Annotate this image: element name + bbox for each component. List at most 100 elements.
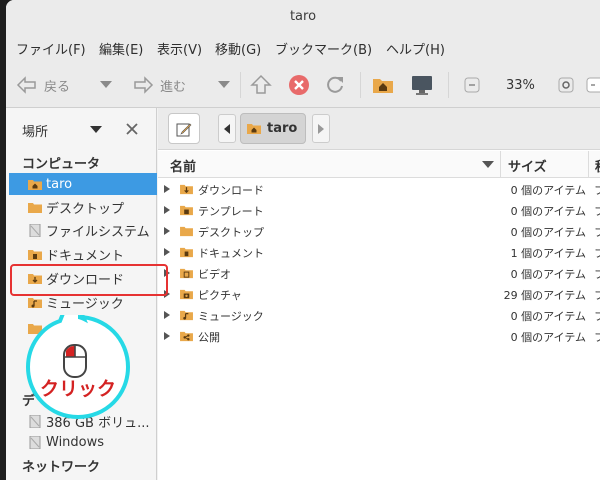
forward-label: 進む	[160, 79, 187, 95]
back-button[interactable]: 戻る	[16, 70, 70, 100]
file-row[interactable]: ピクチャ 29 個のアイテムフ	[158, 284, 600, 305]
expand-triangle-icon[interactable]	[164, 248, 170, 256]
file-row[interactable]: 公開 0 個のアイテムフ	[158, 326, 600, 347]
file-row[interactable]: ドキュメント 1 個のアイテムフ	[158, 242, 600, 263]
file-name: ビデオ	[198, 268, 231, 281]
file-view: taro 名前 サイズ 種 ダウンロード0 個のアイテムフテンプレート0 個のア…	[158, 108, 600, 480]
view-mode-button[interactable]	[586, 70, 600, 100]
expand-triangle-icon[interactable]	[164, 332, 170, 340]
column-divider	[588, 151, 589, 177]
menu-file[interactable]: ファイル(F)	[16, 39, 86, 58]
click-label: クリック	[40, 378, 116, 400]
chevron-down-icon	[100, 81, 112, 88]
folder-icon	[180, 226, 193, 237]
file-type: フ	[594, 247, 600, 260]
toolbar: 戻る 進む 33%	[6, 62, 600, 108]
menu-bookmarks[interactable]: ブックマーク(B)	[275, 39, 372, 58]
file-row[interactable]: ダウンロード 0 個のアイテムフ	[158, 179, 600, 200]
path-bar: taro	[158, 108, 600, 150]
menu-edit[interactable]: 編集(E)	[99, 39, 143, 58]
drive-icon	[29, 223, 41, 237]
music-folder-icon	[28, 297, 42, 308]
stop-button[interactable]	[288, 70, 310, 100]
forward-arrow-icon	[134, 76, 154, 94]
chevron-down-icon	[218, 81, 230, 88]
reload-icon	[327, 76, 343, 93]
downloads-folder-icon	[180, 184, 193, 195]
sidebar-dropdown-chevron-icon[interactable]	[90, 126, 102, 134]
sidebar-item-taro[interactable]: taro	[9, 173, 157, 195]
sidebar-item-label: ドキュメント	[46, 248, 125, 264]
sidebar-title: 場所	[22, 125, 49, 140]
sidebar-item-label: Windows	[46, 434, 105, 450]
file-name: ミュージック	[198, 310, 264, 323]
column-name[interactable]: 名前	[170, 156, 196, 175]
toolbar-separator	[240, 72, 241, 98]
file-row[interactable]: テンプレート 0 個のアイテムフ	[158, 200, 600, 221]
file-name: 公開	[198, 331, 220, 344]
path-button-taro[interactable]: taro	[240, 113, 306, 144]
file-size: 0 個のアイテム	[510, 310, 586, 323]
menu-go[interactable]: 移動(G)	[215, 39, 261, 58]
templates-folder-icon	[180, 205, 193, 216]
sort-chevron-icon[interactable]	[482, 161, 494, 169]
zoom-in-button[interactable]	[558, 70, 574, 100]
expand-triangle-icon[interactable]	[164, 206, 170, 214]
file-size: 0 個のアイテム	[510, 184, 586, 197]
file-name: デスクトップ	[198, 226, 264, 239]
title-bar[interactable]: taro	[6, 0, 600, 34]
click-callout-bubble: クリック	[26, 315, 130, 419]
file-size: 29 個のアイテム	[503, 289, 586, 302]
mouse-icon	[63, 344, 87, 378]
menu-view[interactable]: 表示(V)	[157, 39, 202, 58]
section-network: ネットワーク	[22, 460, 101, 475]
column-size[interactable]: サイズ	[508, 156, 547, 175]
forward-history-button[interactable]	[218, 70, 230, 100]
reload-button[interactable]	[324, 70, 346, 100]
file-type: フ	[594, 310, 600, 323]
path-button-label: taro	[267, 121, 298, 136]
click-highlight-box	[10, 264, 168, 296]
forward-button[interactable]: 進む	[132, 70, 186, 100]
back-history-button[interactable]	[100, 70, 112, 100]
zoom-level: 33%	[506, 77, 535, 93]
documents-folder-icon	[28, 249, 42, 260]
expand-triangle-icon[interactable]	[164, 227, 170, 235]
sidebar-item-label: taro	[46, 176, 73, 192]
videos-folder-icon	[180, 268, 193, 279]
back-label: 戻る	[44, 79, 71, 95]
home-button[interactable]	[372, 70, 394, 100]
file-type: フ	[594, 205, 600, 218]
sidebar-close-icon[interactable]	[126, 123, 138, 135]
file-type: フ	[594, 289, 600, 302]
sidebar-item-documents[interactable]: ドキュメント	[9, 243, 157, 265]
path-scroll-left-button[interactable]	[218, 114, 236, 143]
sidebar-item-desktop[interactable]: デスクトップ	[9, 196, 157, 218]
file-type: フ	[594, 226, 600, 239]
documents-folder-icon	[180, 247, 193, 258]
file-size: 0 個のアイテム	[510, 268, 586, 281]
up-arrow-icon	[250, 74, 272, 94]
toolbar-separator	[360, 72, 361, 98]
chevron-right-icon	[318, 123, 324, 134]
file-row[interactable]: デスクトップ 0 個のアイテムフ	[158, 221, 600, 242]
computer-button[interactable]	[410, 70, 434, 100]
sidebar-item-filesystem[interactable]: ファイルシステム	[9, 219, 157, 241]
file-row[interactable]: ビデオ 0 個のアイテムフ	[158, 263, 600, 284]
file-type: フ	[594, 268, 600, 281]
expand-triangle-icon[interactable]	[164, 185, 170, 193]
sidebar-item-windows[interactable]: Windows	[9, 431, 157, 453]
up-button[interactable]	[250, 70, 272, 100]
file-name: ピクチャ	[198, 289, 242, 302]
file-manager-window: taro ファイル(F) 編集(E) 表示(V) 移動(G) ブックマーク(B)…	[6, 0, 600, 480]
edit-location-button[interactable]	[168, 113, 200, 144]
column-type[interactable]: 種	[595, 156, 600, 175]
path-scroll-right-button[interactable]	[312, 114, 330, 143]
stop-icon	[289, 75, 309, 95]
file-row[interactable]: ミュージック 0 個のアイテムフ	[158, 305, 600, 326]
pencil-icon	[176, 123, 192, 136]
menu-help[interactable]: ヘルプ(H)	[386, 39, 445, 58]
expand-triangle-icon[interactable]	[164, 311, 170, 319]
computer-icon	[412, 76, 432, 95]
zoom-out-button[interactable]	[464, 70, 480, 100]
